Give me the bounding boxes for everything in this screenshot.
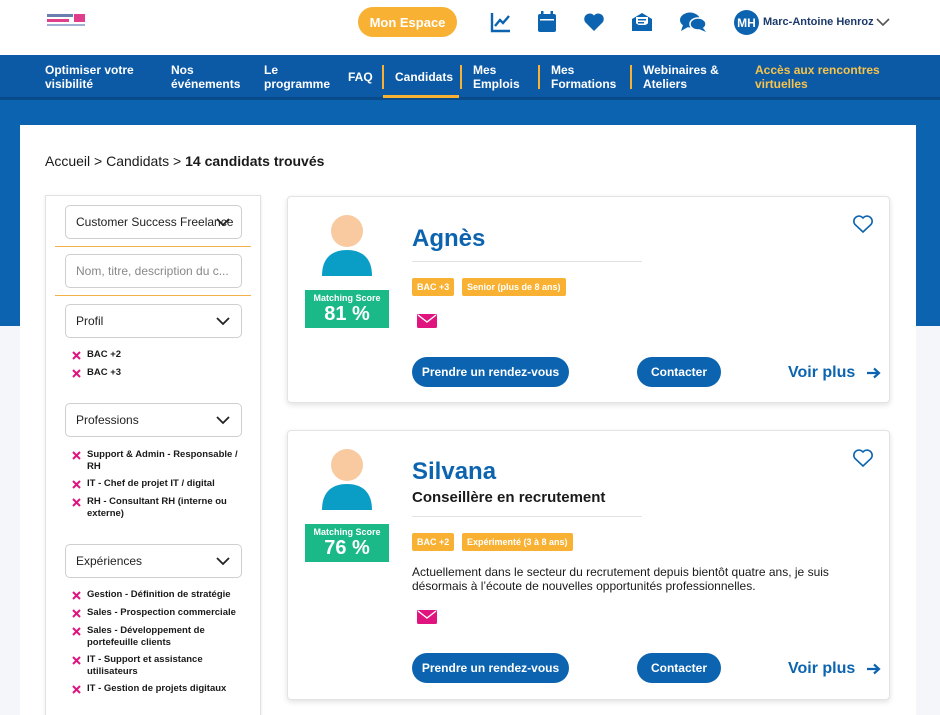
education-badge: BAC +3 (412, 278, 455, 296)
nav-item-visibilite[interactable]: Optimiser votre visibilité (45, 63, 134, 91)
main-nav: Optimiser votre visibilité Nos événements … (0, 55, 940, 100)
heart-icon[interactable] (582, 10, 606, 34)
filter-tag[interactable]: Gestion - Définition de stratégie (72, 589, 247, 601)
chevron-down-icon (216, 557, 230, 566)
remove-x-icon[interactable] (72, 591, 81, 600)
candidate-search-input[interactable]: Nom, titre, description du c... (65, 254, 242, 288)
candidate-card: Matching Score 76 % Silvana Conseillère … (287, 430, 890, 700)
breadcrumb-home[interactable]: Accueil (45, 153, 90, 169)
nav-item-programme[interactable]: Le programme (264, 63, 330, 91)
matching-score: Matching Score 81 % (305, 290, 389, 328)
candidate-avatar-icon (322, 449, 372, 510)
nav-separator (538, 65, 540, 89)
arrow-right-icon (867, 663, 881, 675)
main-content: Accueil > Candidats > 14 candidats trouv… (20, 125, 916, 715)
filters-sidebar: Customer Success Freelance Nom, titre, d… (45, 195, 261, 715)
remove-x-icon[interactable] (72, 451, 81, 460)
experience-badge: Expérimenté (3 à 8 ans) (462, 533, 573, 551)
favorite-heart-icon[interactable] (852, 214, 874, 234)
mail-icon[interactable] (417, 314, 437, 328)
profil-select[interactable]: Profil (65, 304, 242, 338)
voir-plus-link[interactable]: Voir plus (788, 660, 881, 678)
top-bar: Mon Espace MH Marc-Antoine Henroz (0, 0, 940, 55)
filter-tag[interactable]: IT - Chef de projet IT / digital (72, 478, 247, 490)
nav-item-evenements[interactable]: Nos événements (171, 63, 240, 91)
filter-tag[interactable]: IT - Gestion de projets digitaux (72, 683, 247, 695)
job-offer-select[interactable]: Customer Success Freelance (65, 205, 242, 239)
divider (55, 295, 251, 296)
nav-item-webinaires[interactable]: Webinaires & Ateliers (643, 63, 719, 91)
mon-espace-button[interactable]: Mon Espace (358, 7, 457, 37)
divider (412, 516, 642, 517)
contact-button[interactable]: Contacter (637, 653, 721, 683)
filter-tag[interactable]: Support & Admin - Responsable / RH (72, 449, 247, 473)
book-meeting-button[interactable]: Prendre un rendez-vous (412, 653, 569, 683)
remove-x-icon[interactable] (72, 498, 81, 507)
remove-x-icon[interactable] (72, 609, 81, 618)
contact-button[interactable]: Contacter (637, 357, 721, 387)
filter-tag[interactable]: RH - Consultant RH (interne ou externe) (72, 496, 247, 520)
remove-x-icon[interactable] (72, 627, 81, 636)
chevron-down-icon (216, 218, 230, 227)
candidate-card: Matching Score 81 % Agnès BAC +3 Senior … (287, 196, 890, 403)
nav-separator (630, 65, 632, 89)
education-badge: BAC +2 (412, 533, 455, 551)
nav-separator (460, 65, 462, 89)
book-meeting-button[interactable]: Prendre un rendez-vous (412, 357, 569, 387)
professions-select[interactable]: Professions (65, 403, 242, 437)
nav-separator (382, 65, 384, 89)
candidate-name[interactable]: Agnès (412, 225, 485, 253)
calendar-icon[interactable] (535, 10, 559, 34)
nav-item-emplois[interactable]: Mes Emplois (473, 63, 520, 91)
remove-x-icon[interactable] (72, 351, 81, 360)
experience-badge: Senior (plus de 8 ans) (462, 278, 566, 296)
mail-icon[interactable] (417, 610, 437, 624)
chevron-down-icon (216, 317, 230, 326)
matching-score: Matching Score 76 % (305, 524, 389, 562)
filter-tag[interactable]: BAC +3 (72, 367, 247, 379)
nav-item-candidats[interactable]: Candidats (395, 70, 453, 84)
nav-item-formations[interactable]: Mes Formations (551, 63, 616, 91)
site-logo[interactable] (47, 14, 87, 30)
chat-bubbles-icon[interactable] (679, 10, 707, 34)
nav-active-indicator (383, 95, 459, 98)
divider (55, 246, 251, 247)
filter-tag[interactable]: Sales - Prospection commerciale (72, 607, 247, 619)
filter-tag[interactable]: IT - Support et assistance utilisateurs (72, 654, 247, 678)
candidate-description: Actuellement dans le secteur du recrutem… (412, 565, 829, 593)
arrow-right-icon (867, 367, 881, 379)
remove-x-icon[interactable] (72, 685, 81, 694)
breadcrumb: Accueil > Candidats > 14 candidats trouv… (45, 153, 325, 169)
favorite-heart-icon[interactable] (852, 448, 874, 468)
candidate-title: Conseillère en recrutement (412, 489, 606, 506)
nav-item-rencontres-virtuelles[interactable]: Accès aux rencontres virtuelles (755, 63, 880, 91)
user-avatar[interactable]: MH (734, 10, 759, 35)
candidate-name[interactable]: Silvana (412, 458, 496, 486)
remove-x-icon[interactable] (72, 656, 81, 665)
experiences-select[interactable]: Expériences (65, 544, 242, 578)
breadcrumb-candidats[interactable]: Candidats (106, 153, 169, 169)
voir-plus-link[interactable]: Voir plus (788, 364, 881, 382)
mail-open-icon[interactable] (630, 10, 654, 34)
filter-tag[interactable]: BAC +2 (72, 349, 247, 361)
candidate-avatar-icon (322, 215, 372, 276)
user-name[interactable]: Marc-Antoine Henroz (763, 16, 874, 28)
chevron-down-icon[interactable] (876, 17, 890, 27)
filter-tag[interactable]: Sales - Développement de portefeuille cli… (72, 625, 247, 649)
breadcrumb-current: 14 candidats trouvés (185, 153, 325, 169)
remove-x-icon[interactable] (72, 480, 81, 489)
divider (412, 261, 642, 262)
remove-x-icon[interactable] (72, 369, 81, 378)
nav-item-faq[interactable]: FAQ (348, 70, 373, 84)
chevron-down-icon (216, 416, 230, 425)
chart-line-icon[interactable] (489, 10, 513, 34)
